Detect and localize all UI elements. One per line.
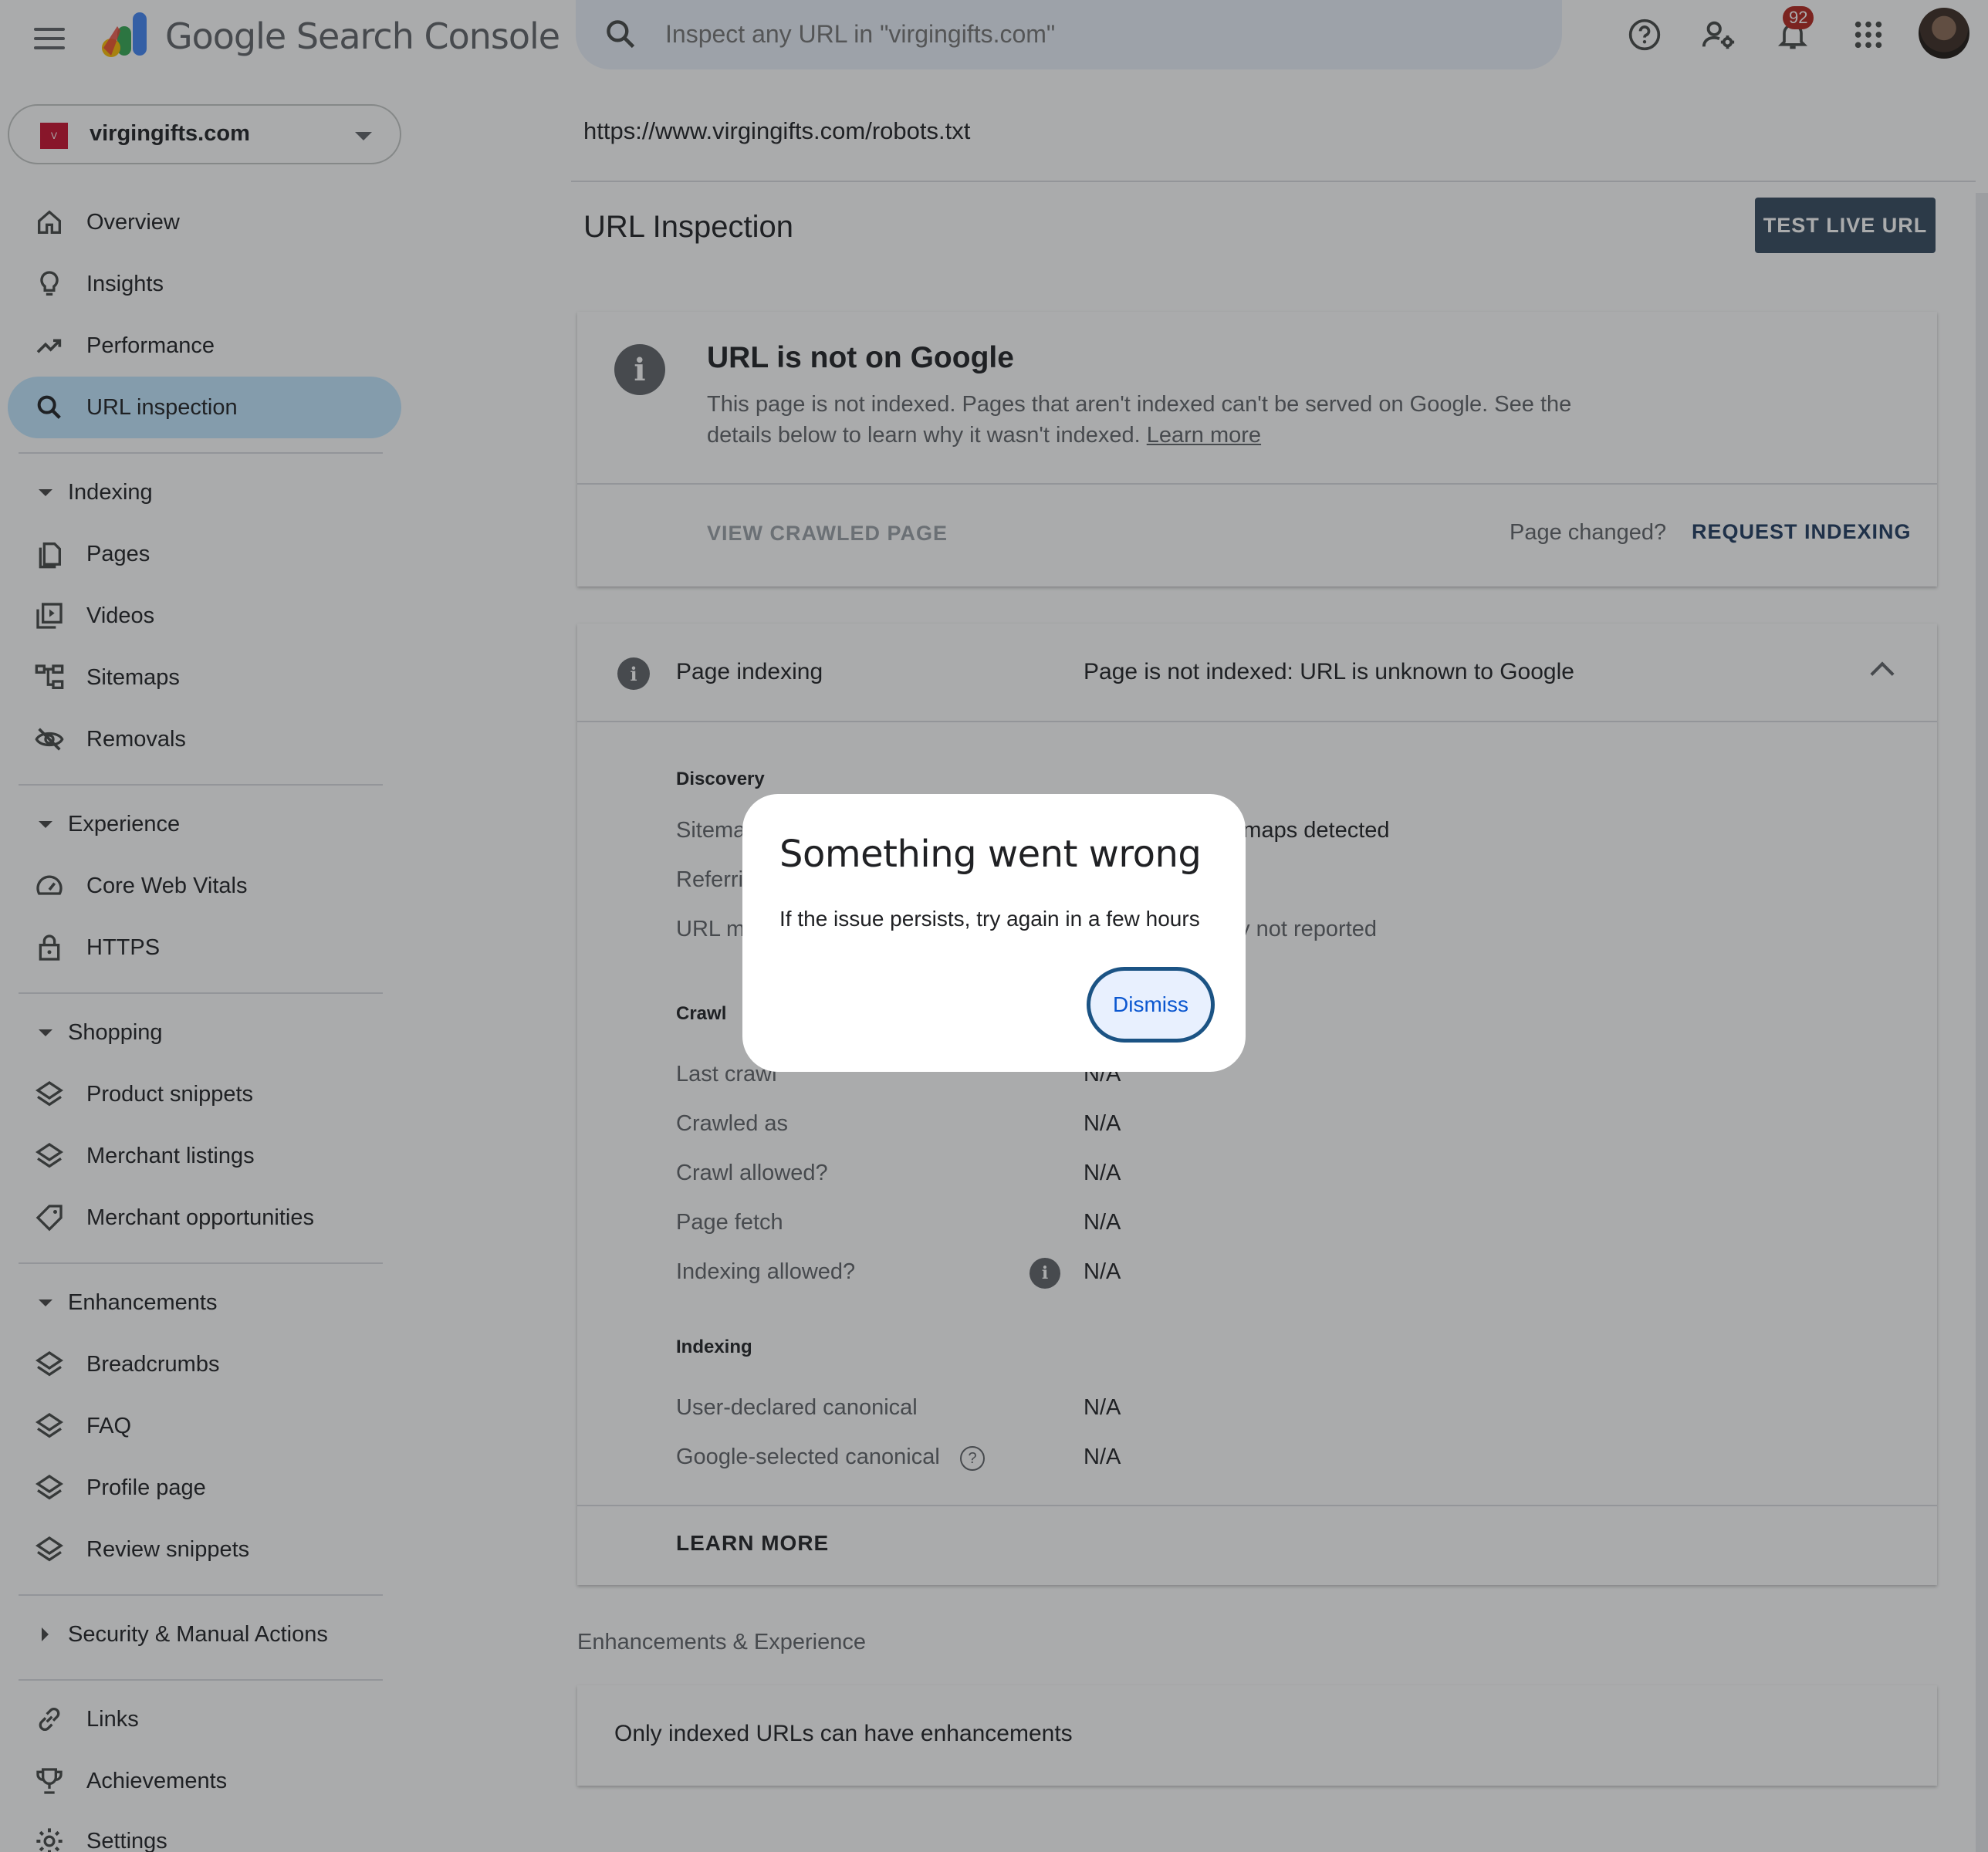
dialog-title: Something went wrong — [779, 833, 1202, 876]
dialog-message: If the issue persists, try again in a fe… — [779, 907, 1200, 931]
dismiss-button[interactable]: Dismiss — [1087, 967, 1215, 1043]
error-dialog: Something went wrong If the issue persis… — [742, 794, 1246, 1072]
